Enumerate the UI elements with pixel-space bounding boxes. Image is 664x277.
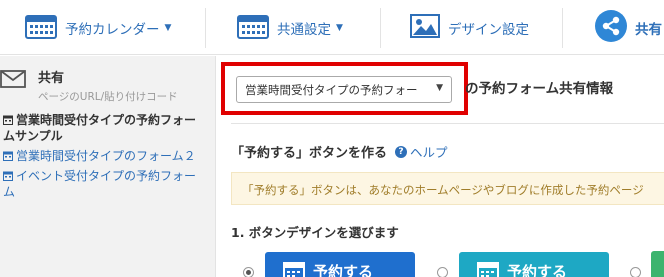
form-select-highlight: 営業時間受付タイプの予約フォー ▼ [221, 62, 468, 115]
sidebar-item-event-form[interactable]: イベント受付タイプの予約フォーム [3, 168, 213, 200]
button-sample-blue[interactable]: 予約する [265, 252, 415, 277]
notice-box: 「予約する」ボタンは、あなたのホームページやブログに作成した予約ページ [231, 172, 664, 205]
sidebar-item-label: イベント受付タイプの予約フォー [16, 169, 197, 183]
nav-divider [380, 8, 381, 48]
notice-text: 「予約する」ボタンは、あなたのホームページやブログに作成した予約ページ [242, 183, 644, 197]
button-heading: 「予約する」ボタンを作る ? ヘルプ [231, 142, 448, 161]
chevron-down-icon: ▼ [164, 22, 172, 33]
nav-reservation-calendar[interactable]: 予約カレンダー ▼ [25, 0, 171, 55]
nav-design-settings-label: デザイン設定 [448, 21, 529, 38]
step1-title: 1. ボタンデザインを選びます [231, 225, 399, 240]
calendar-icon [25, 13, 57, 43]
button-design-radio-2[interactable] [437, 267, 448, 277]
envelope-icon [0, 70, 26, 92]
divider [231, 123, 664, 124]
section-title: の予約フォーム共有情報 [465, 81, 614, 97]
calendar-icon [477, 261, 499, 277]
nav-share[interactable]: 共有 [595, 0, 662, 55]
calendar-icon [3, 113, 13, 125]
button-design-radio-3[interactable] [630, 267, 641, 277]
calendar-icon [3, 169, 13, 181]
chevron-down-icon: ▼ [436, 83, 443, 93]
help-icon[interactable]: ? [395, 145, 408, 158]
chevron-down-icon: ▼ [336, 22, 343, 33]
button-design-radio-1[interactable] [243, 267, 254, 277]
sidebar-title: 共有 [38, 71, 65, 86]
nav-common-settings-label: 共通設定 [277, 21, 331, 38]
button-sample-label: 予約する [313, 263, 374, 277]
top-navigation: 予約カレンダー ▼ 共通設定 ▼ デザイン設定 共有 [0, 0, 664, 55]
nav-design-settings[interactable]: デザイン設定 [410, 0, 529, 55]
nav-common-settings[interactable]: 共通設定 ▼ [237, 0, 343, 55]
sidebar-subtitle: ページのURL/貼り付けコード [38, 91, 178, 103]
form-select[interactable]: 営業時間受付タイプの予約フォー ▼ [236, 76, 452, 103]
nav-share-label: 共有 [635, 21, 662, 38]
nav-divider [205, 8, 206, 48]
image-icon [410, 13, 440, 43]
button-sample-label: 予約する [507, 263, 568, 277]
button-sample-teal[interactable]: 予約する [459, 252, 609, 277]
main-content: 営業時間受付タイプの予約フォー ▼ の予約フォーム共有情報 「予約する」ボタンを… [217, 56, 664, 277]
nav-reservation-calendar-label: 予約カレンダー [65, 21, 160, 38]
button-sample-green[interactable] [651, 251, 664, 277]
sidebar-item-label: 営業時間受付タイプの予約フォー [16, 113, 197, 127]
sidebar-item-label: 営業時間受付タイプのフォーム２ [16, 149, 196, 163]
sidebar-item-label-cont: ム [3, 185, 16, 199]
sidebar-item-form-sample[interactable]: 営業時間受付タイプの予約フォームサンプル [3, 112, 213, 144]
calendar-grid-icon [237, 13, 269, 43]
calendar-icon [3, 149, 13, 161]
nav-divider [562, 8, 563, 48]
sidebar: 共有 ページのURL/貼り付けコード 営業時間受付タイプの予約フォームサンプル … [0, 56, 216, 277]
sidebar-item-form-2[interactable]: 営業時間受付タイプのフォーム２ [3, 148, 213, 164]
help-link[interactable]: ヘルプ [410, 142, 448, 161]
button-heading-text: 「予約する」ボタンを作る [231, 146, 388, 161]
form-select-value: 営業時間受付タイプの予約フォー [245, 82, 418, 97]
share-icon [595, 9, 627, 46]
calendar-icon [283, 261, 305, 277]
sidebar-item-label-cont: ムサンプル [3, 129, 63, 143]
form-list: 営業時間受付タイプの予約フォームサンプル 営業時間受付タイプのフォーム２ イベン… [3, 112, 213, 204]
